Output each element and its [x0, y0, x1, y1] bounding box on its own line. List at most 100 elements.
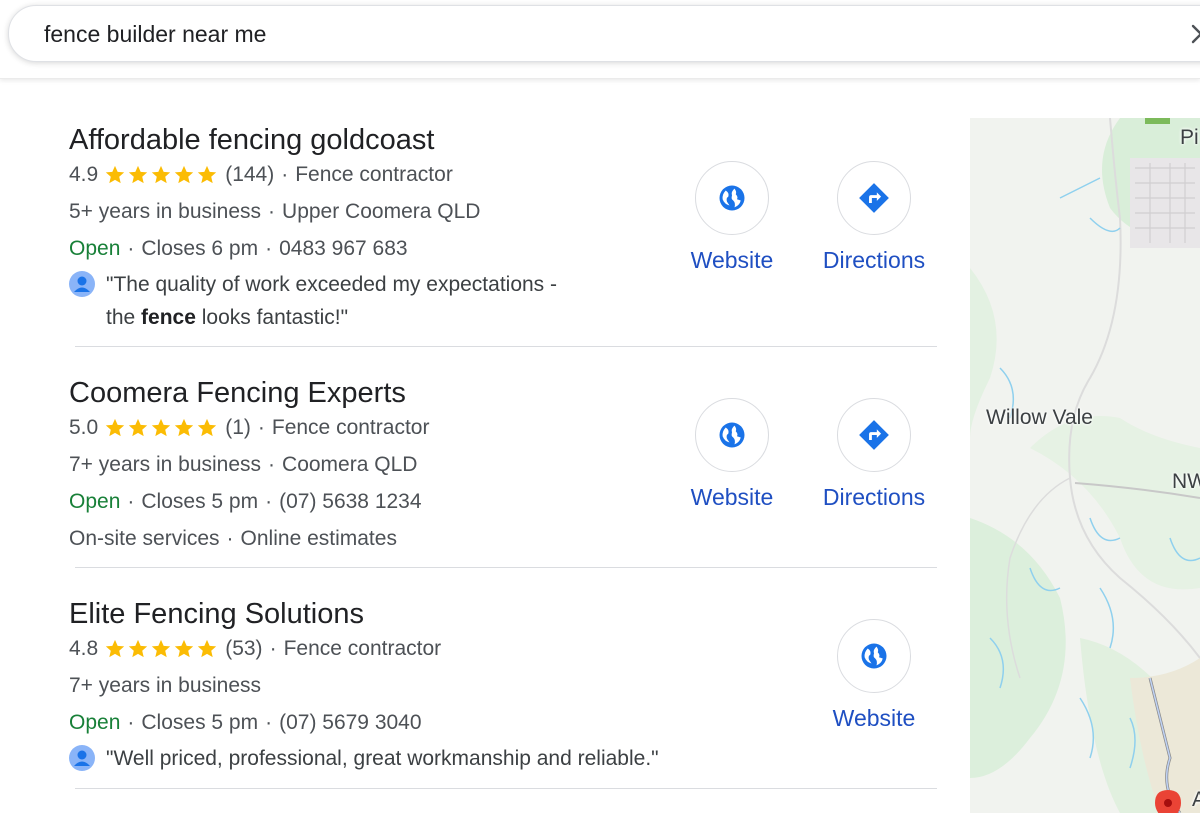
globe-icon: [719, 422, 745, 448]
years-in-business: 7+ years in business: [69, 674, 262, 697]
map-label-willow-vale: Willow Vale: [986, 406, 1093, 429]
close-icon[interactable]: [1189, 22, 1200, 46]
years-in-business: 5+ years in business: [69, 200, 262, 223]
info-line: 7+ years in business: [69, 667, 937, 704]
directions-icon: [859, 183, 889, 213]
website-button[interactable]: Website: [672, 161, 792, 274]
directions-button[interactable]: Directions: [814, 161, 934, 274]
listing-divider: [75, 346, 937, 347]
business-name[interactable]: Coomera Fencing Experts: [69, 375, 937, 411]
star-icon: [106, 639, 125, 657]
review-snippet: "Well priced, professional, great workma…: [69, 742, 937, 775]
directions-label[interactable]: Directions: [814, 483, 934, 511]
review-count: (144): [225, 163, 275, 186]
website-circle[interactable]: [837, 619, 911, 693]
directions-label[interactable]: Directions: [814, 246, 934, 274]
separator: ·: [257, 416, 265, 439]
business-name[interactable]: Affordable fencing goldcoast: [69, 122, 937, 158]
separator: ·: [226, 527, 234, 550]
rating-line: 4.8 (53) · Fence contractor: [69, 630, 937, 667]
directions-circle[interactable]: [837, 161, 911, 235]
hours-line: Open · Closes 5 pm · (07) 5679 3040: [69, 704, 937, 741]
phone-number[interactable]: 0483 967 683: [279, 230, 407, 267]
search-input[interactable]: [44, 19, 1144, 49]
service-estimates: Online estimates: [240, 527, 397, 550]
rating-value: 4.8: [69, 637, 99, 660]
star-icon: [129, 418, 148, 436]
service-onsite: On-site services: [69, 527, 220, 550]
listing-card[interactable]: Affordable fencing goldcoast 4.9 (144) ·…: [69, 122, 937, 334]
separator: ·: [268, 200, 276, 223]
phone-number[interactable]: (07) 5679 3040: [279, 704, 421, 741]
closing-time: Closes 5 pm: [141, 711, 259, 734]
map-panel[interactable]: Pi Willow Vale NW A: [970, 118, 1200, 813]
review-text: "The quality of work exceeded my expecta…: [106, 268, 557, 334]
directions-icon: [859, 420, 889, 450]
open-status: Open: [69, 711, 121, 734]
listing-divider: [75, 788, 937, 789]
review-line-1: "The quality of work exceeded my expecta…: [106, 273, 558, 296]
closing-time: Closes 6 pm: [141, 237, 259, 260]
website-button[interactable]: Website: [672, 398, 792, 511]
info-line: 7+ years in business · Coomera QLD: [69, 446, 937, 483]
review-line-2: the fence looks fantastic!": [106, 301, 557, 334]
star-icon: [152, 418, 171, 436]
review-count: (1): [225, 416, 251, 439]
map-label-pi: Pi: [1180, 126, 1199, 149]
review-highlight: fence: [141, 306, 196, 329]
separator: ·: [281, 163, 289, 186]
separator: ·: [265, 711, 273, 734]
star-icon: [175, 418, 194, 436]
separator: ·: [127, 711, 135, 734]
services-line: On-site services · Online estimates: [69, 520, 937, 557]
listing-divider: [75, 567, 937, 568]
listing-card[interactable]: Coomera Fencing Experts 5.0 (1) · Fence …: [69, 375, 937, 557]
star-icon: [198, 165, 217, 183]
review-snippet: "The quality of work exceeded my expecta…: [69, 268, 937, 334]
separator: ·: [265, 237, 273, 260]
directions-circle[interactable]: [837, 398, 911, 472]
review-count: (53): [225, 637, 263, 660]
rating-stars: [104, 164, 219, 186]
hours-line: Open · Closes 6 pm · 0483 967 683: [69, 230, 937, 267]
search-box[interactable]: [8, 5, 1200, 62]
open-status: Open: [69, 237, 121, 260]
rating-value: 4.9: [69, 163, 99, 186]
avatar-icon: [69, 745, 95, 771]
separator: ·: [269, 637, 277, 660]
review-text: "Well priced, professional, great workma…: [106, 747, 659, 770]
years-in-business: 7+ years in business: [69, 453, 262, 476]
directions-button[interactable]: Directions: [814, 398, 934, 511]
separator: ·: [127, 237, 135, 260]
rating-stars: [104, 638, 219, 660]
category: Fence contractor: [295, 163, 453, 186]
rating-stars: [104, 417, 219, 439]
closing-time: Closes 5 pm: [141, 490, 259, 513]
category: Fence contractor: [271, 416, 430, 439]
star-icon: [198, 418, 217, 436]
website-circle[interactable]: [695, 161, 769, 235]
star-icon: [175, 639, 194, 657]
open-status: Open: [69, 490, 121, 513]
star-icon: [106, 165, 125, 183]
website-label[interactable]: Website: [814, 704, 934, 732]
globe-icon: [719, 185, 745, 211]
globe-icon: [861, 643, 887, 669]
website-label[interactable]: Website: [672, 483, 792, 511]
website-button[interactable]: Website: [814, 619, 934, 732]
rating-value: 5.0: [69, 416, 99, 439]
avatar-icon: [69, 271, 95, 297]
separator: ·: [268, 453, 276, 476]
website-circle[interactable]: [695, 398, 769, 472]
star-icon: [198, 639, 217, 657]
map-label-a: A: [1192, 788, 1200, 811]
star-icon: [129, 639, 148, 657]
website-label[interactable]: Website: [672, 246, 792, 274]
business-name[interactable]: Elite Fencing Solutions: [69, 596, 937, 632]
star-icon: [152, 639, 171, 657]
phone-number[interactable]: (07) 5638 1234: [279, 483, 421, 520]
star-icon: [175, 165, 194, 183]
category: Fence contractor: [283, 637, 442, 660]
listing-card[interactable]: Elite Fencing Solutions 4.8 (53) · Fence…: [69, 596, 937, 775]
separator: ·: [265, 490, 273, 513]
